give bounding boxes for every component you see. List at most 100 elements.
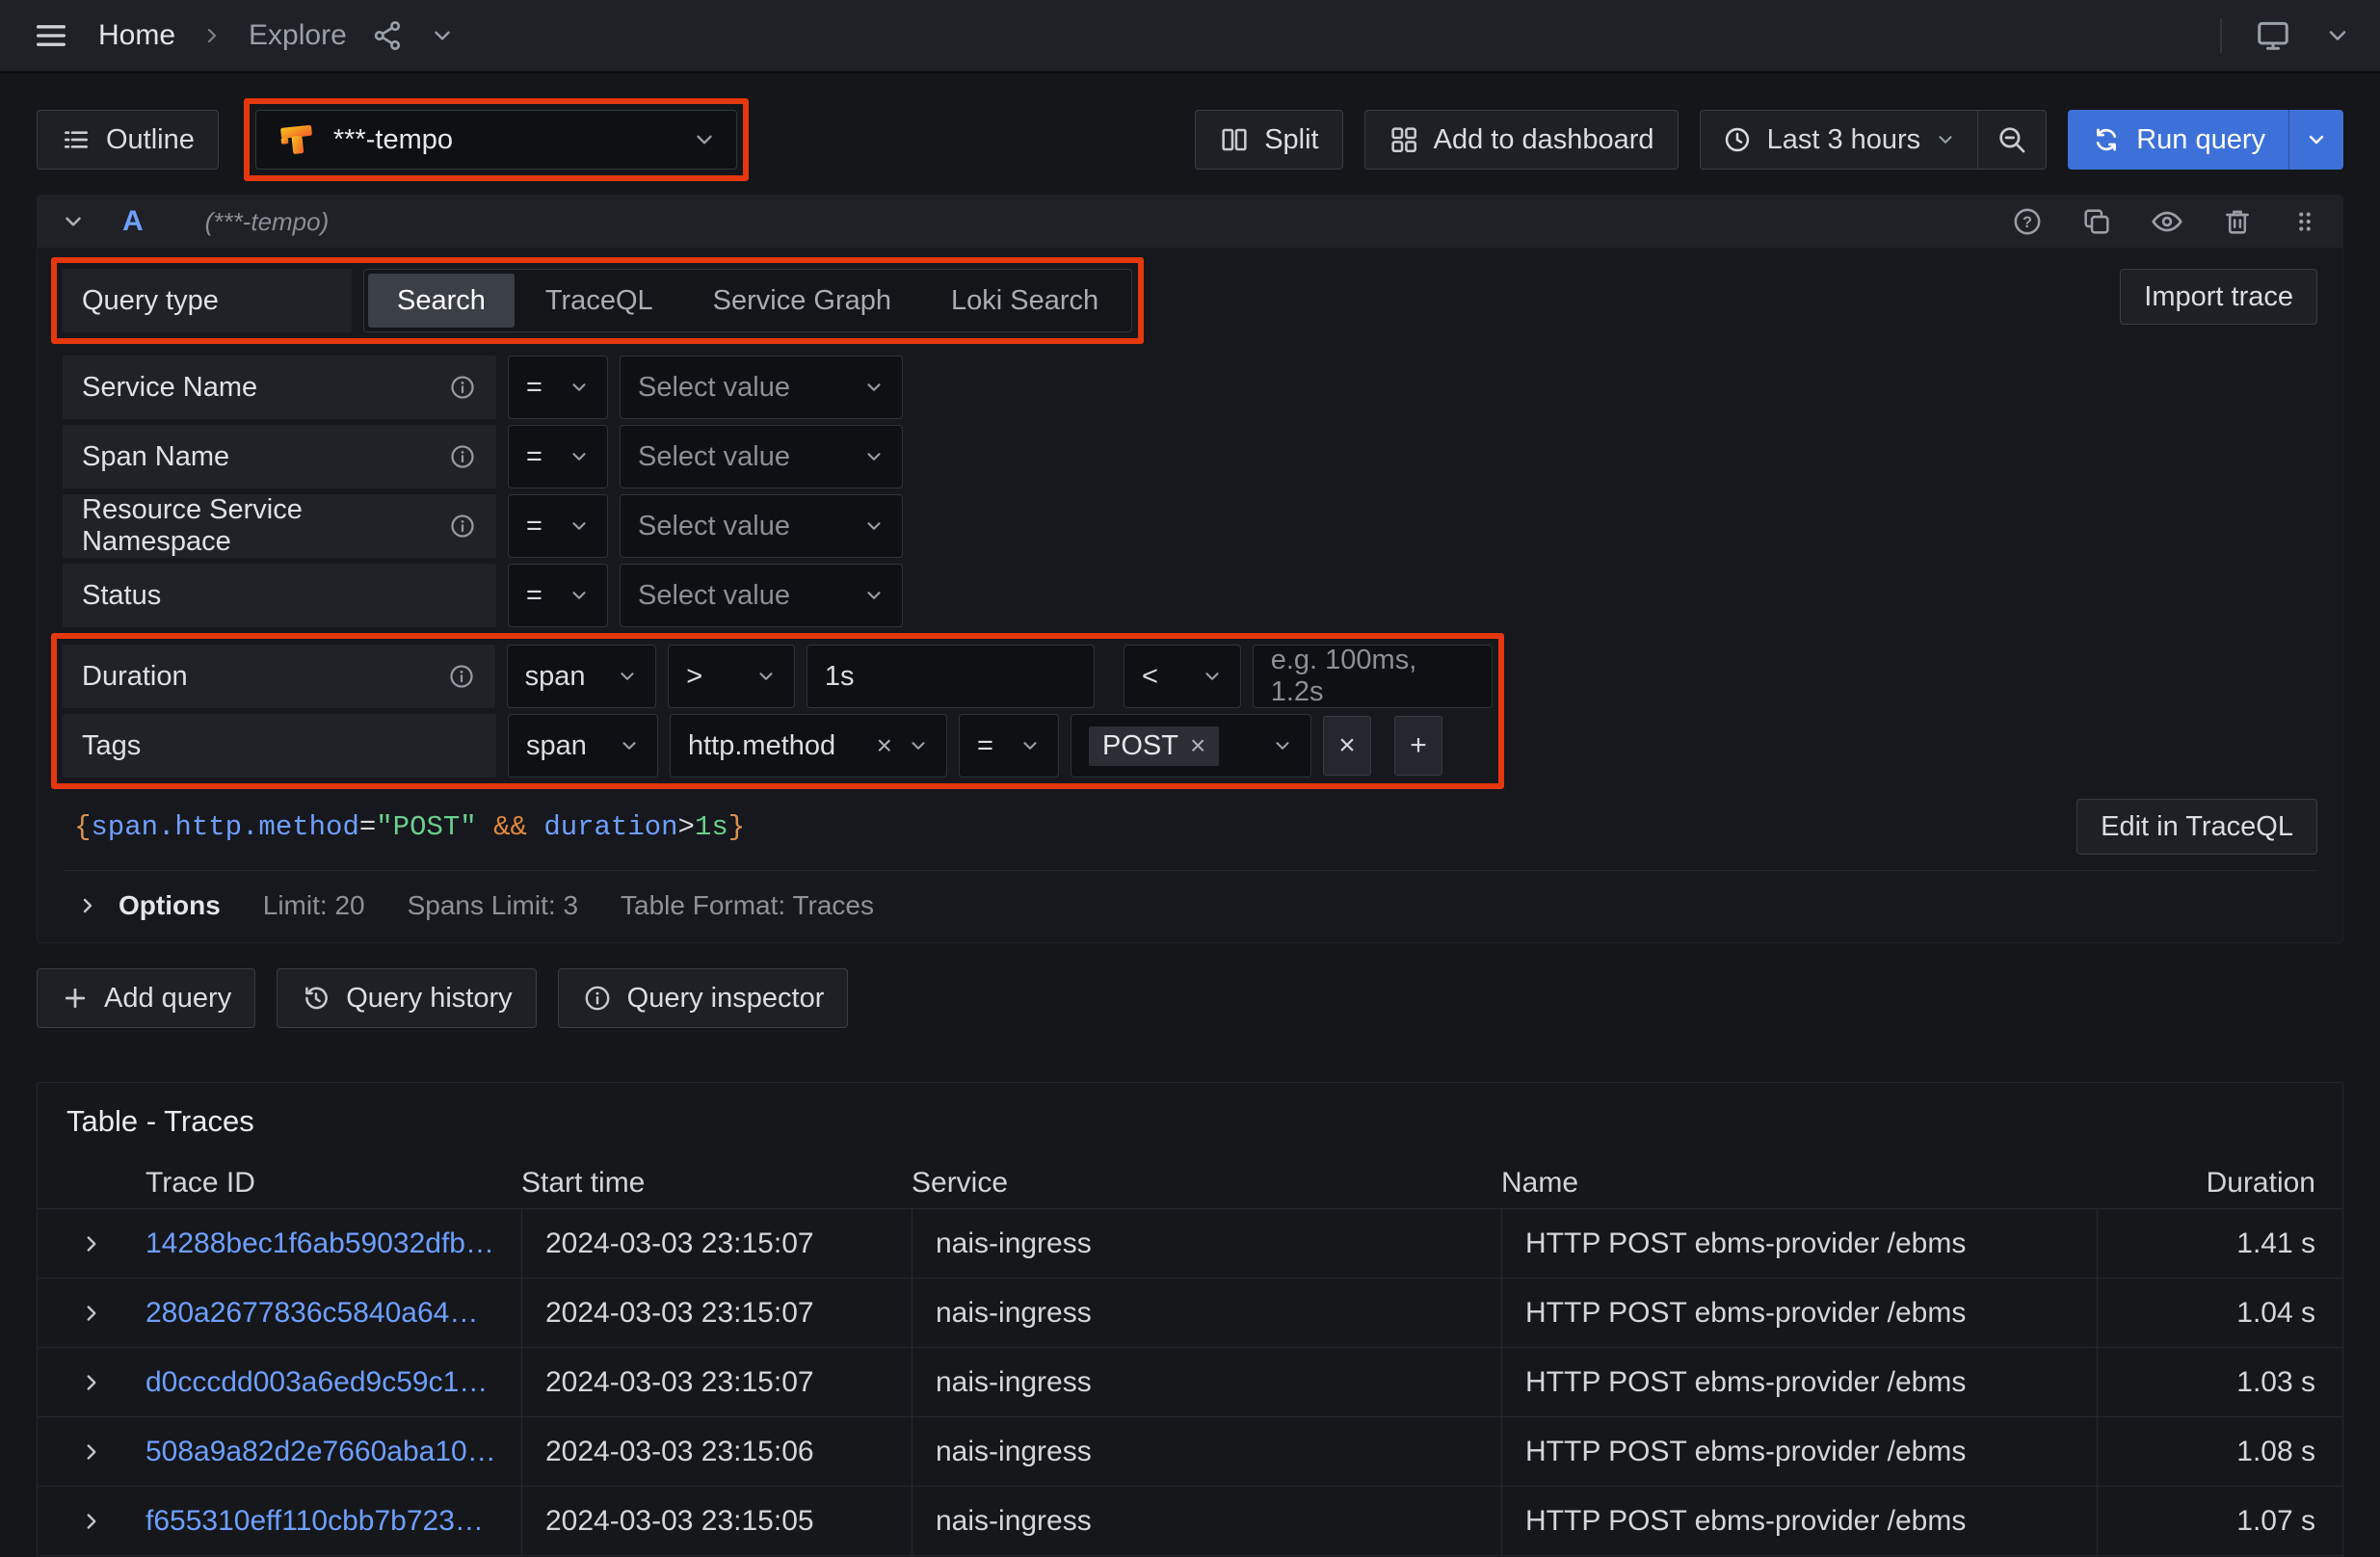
duration-scope-select[interactable]: span (507, 645, 657, 708)
options-table-format: Table Format: Traces (621, 890, 874, 921)
tab-service-graph[interactable]: Service Graph (684, 274, 920, 328)
edit-in-traceql-button[interactable]: Edit in TraceQL (2076, 799, 2317, 855)
operator-select[interactable]: = (508, 356, 608, 419)
query-history-button[interactable]: Query history (277, 968, 536, 1028)
value-select[interactable]: Select value (620, 425, 903, 488)
row-expander-icon[interactable] (38, 1209, 145, 1278)
trace-id-link[interactable]: 508a9a82d2e7660aba10… (145, 1436, 496, 1468)
add-tag-filter-button[interactable]: + (1394, 716, 1442, 776)
cell-service: nais-ingress (912, 1279, 1501, 1347)
value-select[interactable]: Select value (620, 494, 903, 558)
duration-min-input[interactable]: 1s (807, 645, 1095, 708)
trace-id-link[interactable]: 280a2677836c5840a64… (145, 1297, 478, 1330)
query-type-annotation-box: Query type Search TraceQL Service Graph … (51, 257, 1144, 344)
trace-id-link[interactable]: 14288bec1f6ab59032dfb… (145, 1227, 494, 1260)
remove-tag-filter-button[interactable]: × (1323, 716, 1371, 776)
tab-traceql[interactable]: TraceQL (516, 274, 682, 328)
outline-button[interactable]: Outline (37, 110, 219, 170)
table-row: f655310eff110cbb7b723… 2024-03-03 23:15:… (38, 1486, 2342, 1555)
cell-name: HTTP POST ebms-provider /ebms (1501, 1209, 2097, 1278)
info-icon[interactable] (447, 662, 476, 691)
tag-key-select[interactable]: http.method × (670, 714, 947, 778)
tab-search[interactable]: Search (368, 274, 515, 328)
info-icon[interactable] (448, 373, 477, 402)
help-icon[interactable]: ? (2011, 205, 2044, 238)
column-header-name[interactable]: Name (1501, 1167, 2097, 1200)
tag-value-select[interactable]: POST × (1071, 714, 1311, 778)
svg-text:?: ? (2023, 214, 2032, 231)
menu-icon[interactable] (29, 13, 73, 58)
copy-query-icon[interactable] (2080, 205, 2113, 238)
options-row: Options Limit: 20 Spans Limit: 3 Table F… (63, 870, 2317, 942)
datasource-picker[interactable]: ***-tempo (255, 110, 737, 170)
row-expander-icon[interactable] (38, 1279, 145, 1347)
filter-label: Resource Service Namespace (63, 494, 496, 558)
info-icon[interactable] (448, 442, 477, 471)
table-row: 280a2677836c5840a64… 2024-03-03 23:15:07… (38, 1278, 2342, 1347)
breadcrumb-explore[interactable]: Explore (249, 19, 347, 52)
duration-max-input[interactable]: e.g. 100ms, 1.2s (1253, 645, 1493, 708)
duration-min-operator-select[interactable]: > (668, 645, 795, 708)
add-to-dashboard-button[interactable]: Add to dashboard (1364, 110, 1679, 170)
profile-chevron-icon[interactable] (2324, 22, 2351, 49)
tag-operator-select[interactable]: = (959, 714, 1059, 778)
remove-tag-value-icon[interactable]: × (1190, 732, 1205, 759)
duration-tags-annotation-box: Duration span > 1s < (51, 633, 1504, 789)
duration-max-operator-select[interactable]: < (1124, 645, 1241, 708)
run-query-options-button[interactable] (2288, 110, 2343, 170)
column-header-service[interactable]: Service (912, 1167, 1501, 1200)
outline-icon (61, 124, 92, 155)
operator-select[interactable]: = (508, 425, 608, 488)
value-select[interactable]: Select value (620, 356, 903, 419)
operator-select[interactable]: = (508, 564, 608, 627)
tag-scope-select[interactable]: span (508, 714, 658, 778)
collapse-query-chevron-icon[interactable] (61, 209, 86, 234)
value-select[interactable]: Select value (620, 564, 903, 627)
options-limit: Limit: 20 (263, 890, 365, 921)
filter-row-status: Status = Select value (63, 564, 2317, 627)
options-toggle[interactable]: Options (76, 890, 221, 921)
add-query-button[interactable]: Add query (37, 968, 255, 1028)
cell-name: HTTP POST ebms-provider /ebms (1501, 1348, 2097, 1416)
query-inspector-button[interactable]: Query inspector (558, 968, 849, 1028)
breadcrumb-home[interactable]: Home (98, 19, 175, 52)
info-icon[interactable] (448, 512, 477, 541)
split-button[interactable]: Split (1195, 110, 1342, 170)
nav-divider (2220, 18, 2222, 53)
table-header-row: Trace ID Start time Service Name Duratio… (38, 1158, 2342, 1208)
filter-row-service-name: Service Name = Select value (63, 356, 2317, 419)
row-expander-icon[interactable] (38, 1487, 145, 1555)
monitor-icon[interactable] (2255, 17, 2291, 54)
filter-row-span-name: Span Name = Select value (63, 425, 2317, 488)
toggle-visibility-icon[interactable] (2150, 204, 2184, 239)
column-header-duration[interactable]: Duration (2097, 1167, 2342, 1200)
query-ref-id[interactable]: A (122, 205, 144, 238)
table-row: 14288bec1f6ab59032dfb… 2024-03-03 23:15:… (38, 1208, 2342, 1278)
query-type-tabs: Search TraceQL Service Graph Loki Search (363, 269, 1132, 332)
chevron-down-icon (1935, 129, 1956, 150)
chevron-down-icon (619, 735, 640, 756)
column-header-start-time[interactable]: Start time (521, 1167, 912, 1200)
chevron-down-icon (569, 585, 590, 606)
row-expander-icon[interactable] (38, 1348, 145, 1416)
time-range-button[interactable]: Last 3 hours (1701, 111, 1978, 169)
share-icon[interactable] (372, 19, 405, 52)
breadcrumb-actions-chevron-icon[interactable] (430, 23, 455, 48)
options-spans-limit: Spans Limit: 3 (408, 890, 578, 921)
plus-icon (61, 984, 90, 1013)
cell-start-time: 2024-03-03 23:15:07 (521, 1348, 912, 1416)
column-header-trace-id[interactable]: Trace ID (145, 1167, 521, 1200)
import-trace-button[interactable]: Import trace (2120, 269, 2317, 325)
tab-loki-search[interactable]: Loki Search (922, 274, 1127, 328)
run-query-button[interactable]: Run query (2068, 110, 2288, 170)
row-expander-icon[interactable] (38, 1417, 145, 1486)
clear-tag-key-icon[interactable]: × (877, 732, 892, 759)
drag-handle-icon[interactable] (2290, 205, 2319, 238)
zoom-out-time-button[interactable] (1977, 111, 2046, 169)
filter-label: Service Name (63, 356, 496, 419)
cell-service: nais-ingress (912, 1209, 1501, 1278)
delete-query-icon[interactable] (2221, 205, 2254, 238)
trace-id-link[interactable]: f655310eff110cbb7b723… (145, 1505, 484, 1538)
trace-id-link[interactable]: d0cccdd003a6ed9c59c1… (145, 1366, 488, 1399)
operator-select[interactable]: = (508, 494, 608, 558)
